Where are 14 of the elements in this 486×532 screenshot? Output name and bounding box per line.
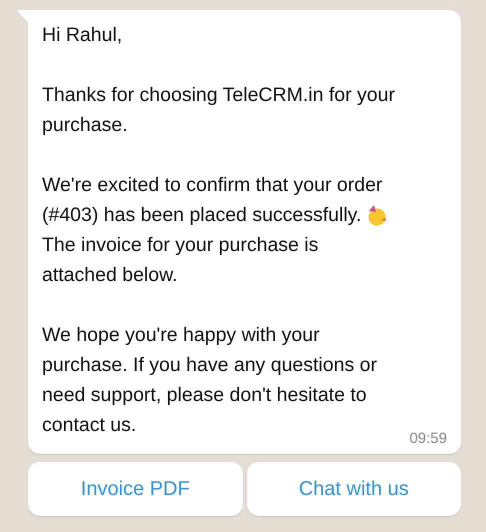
message-text: We're excited to confirm that your order [42,173,382,198]
message-text: purchase. [42,113,128,138]
reply-button[interactable]: Chat with us [246,462,461,516]
reply-button[interactable]: Invoice PDF [28,462,242,516]
message-text: attached below. [42,263,178,288]
message-text: Thanks for choosing TeleCRM.in for your [42,83,395,108]
message-text: (#403) has been placed successfully. [42,203,362,228]
message-text: purchase. If you have any questions or [42,353,377,378]
message-time: 09:59 [408,430,447,448]
message-text: need support, please don't hesitate to [42,383,367,408]
message-text: The invoice for your purchase is [42,233,318,258]
message-text: We hope you're happy with your [42,323,320,348]
message-text: Hi Rahul, [42,23,122,48]
message-text: contact us. [42,413,136,438]
